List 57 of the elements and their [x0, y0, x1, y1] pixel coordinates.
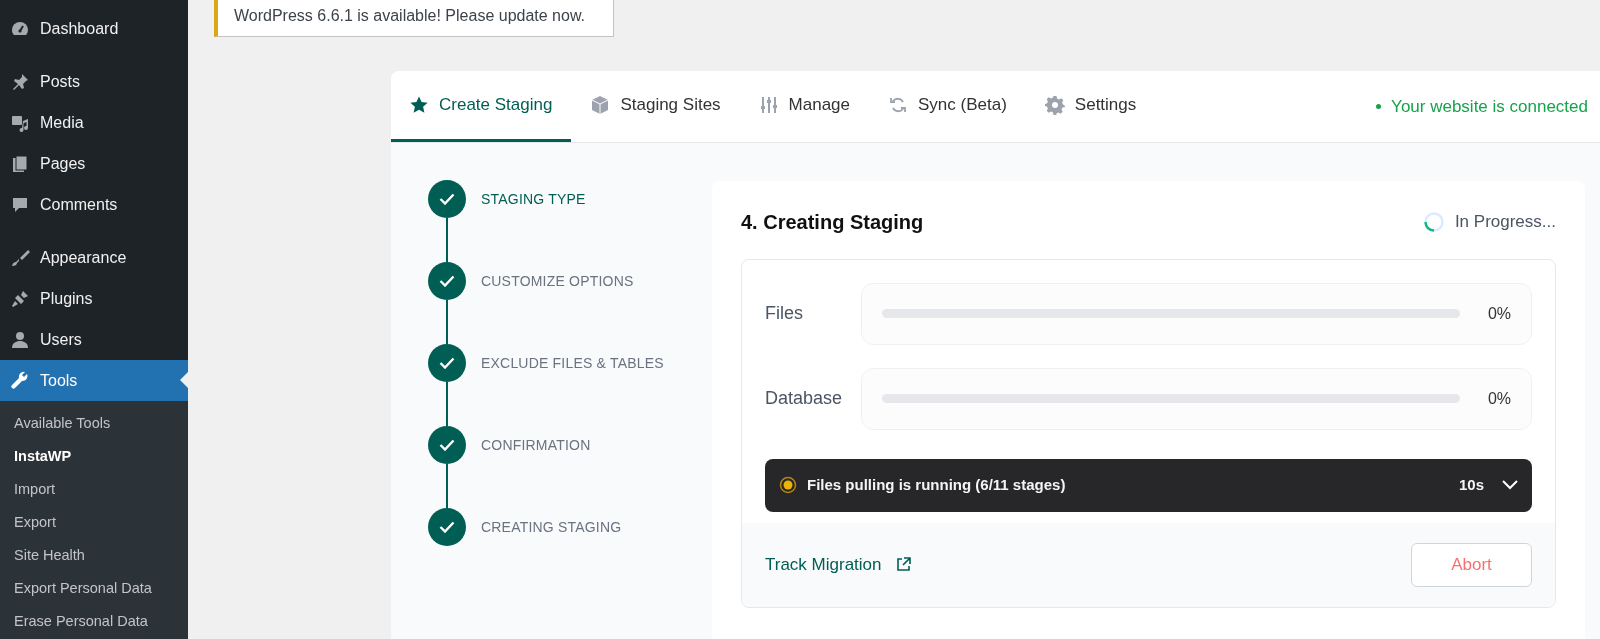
check-icon [439, 193, 455, 205]
status-ring-icon [779, 476, 797, 494]
activity-time: 10s [1458, 474, 1484, 495]
progress-label: Files [765, 302, 804, 325]
progress-reading: 0% [1487, 388, 1511, 409]
progress-reading: 0% [1487, 303, 1511, 324]
menu-item[interactable]: Tools [0, 360, 188, 401]
submenu-item[interactable]: Export [0, 506, 188, 539]
menu-item[interactable]: Posts [0, 61, 188, 102]
step-label: CUSTOMIZE OPTIONS [481, 271, 634, 291]
menu-item[interactable]: Plugins [0, 278, 188, 319]
progress-label: Database [765, 387, 844, 410]
check-icon [439, 439, 455, 451]
menu-item[interactable]: Dashboard [0, 8, 188, 49]
check-icon [439, 357, 455, 369]
menu-item[interactable]: Appearance [0, 237, 188, 278]
external-link-icon [895, 557, 911, 572]
check-icon [439, 275, 455, 287]
activity-text: Files pulling is running (6/11 stages) [807, 474, 1067, 495]
update-notice: WordPress 6.6.1 is available! Please update now. [214, 0, 614, 37]
tab[interactable]: Settings [1025, 71, 1156, 142]
step-label: STAGING TYPE [481, 189, 586, 209]
person-icon [10, 329, 30, 350]
panel-title: 4. Creating Staging [741, 209, 924, 234]
activity-bar[interactable]: Files pulling is running (6/11 stages) 10s [765, 458, 1532, 512]
wrench-icon [10, 370, 30, 391]
paintbrush-icon [10, 247, 30, 268]
menu-item[interactable]: Media [0, 102, 188, 143]
submenu-item[interactable]: Export Personal Data [0, 572, 188, 605]
progress-status: In Progress... [1454, 211, 1556, 233]
cube-icon [590, 95, 611, 115]
submenu-item[interactable]: Available Tools [0, 407, 188, 440]
pages-icon [10, 153, 30, 174]
status-dot [1376, 104, 1382, 109]
tab[interactable]: Manage [739, 71, 870, 142]
tab[interactable]: Staging Sites [571, 71, 740, 142]
chevron-down-icon [1502, 480, 1518, 490]
submenu-item[interactable]: Import [0, 473, 188, 506]
submenu-item[interactable]: Erase Personal Data [0, 605, 188, 638]
check-icon [439, 521, 455, 533]
menu-item[interactable]: Users [0, 319, 188, 360]
sync-icon [888, 95, 909, 115]
menu-item[interactable]: Comments [0, 184, 188, 225]
sliders-icon [758, 95, 779, 115]
track-migration-link[interactable]: Track Migration [765, 551, 911, 578]
submenu-item[interactable]: Site Health [0, 539, 188, 572]
step-label: EXCLUDE FILES & TABLES [481, 353, 664, 373]
menu-item[interactable]: Pages [0, 143, 188, 184]
connection-status: Your website is connected [1391, 95, 1588, 118]
step-label: CONFIRMATION [481, 435, 591, 455]
plug-icon [10, 288, 30, 309]
spinner-icon [1422, 210, 1445, 233]
submenu-item[interactable]: InstaWP [0, 440, 188, 473]
gear-icon [1044, 95, 1065, 115]
step-label: CREATING STAGING [481, 517, 622, 537]
tab[interactable]: Sync (Beta) [869, 71, 1026, 142]
star-icon [409, 95, 429, 115]
